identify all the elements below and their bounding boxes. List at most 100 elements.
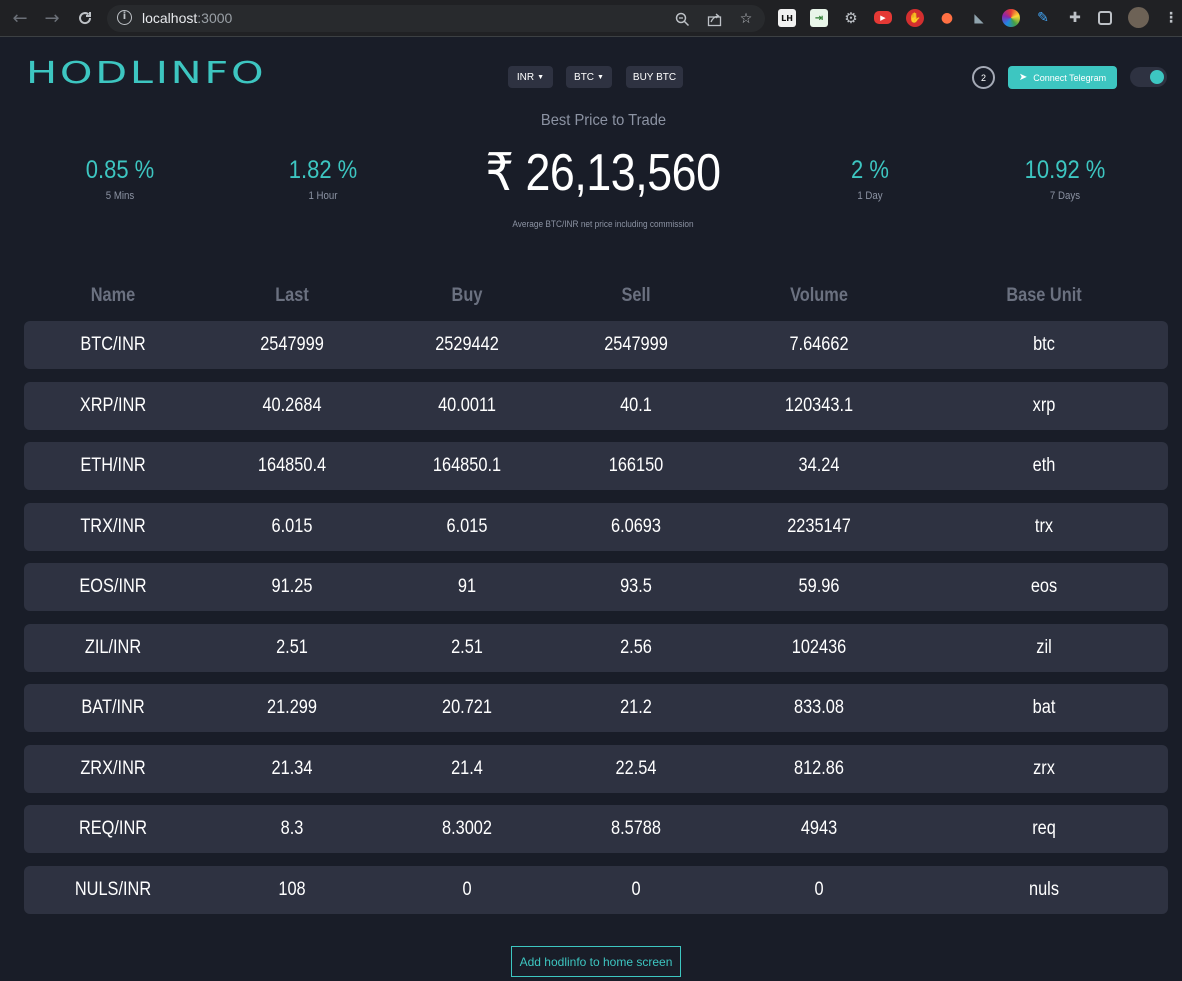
pen-extension-icon[interactable]: ✎ — [1034, 9, 1052, 27]
cell-buy-price: 91 — [457, 576, 477, 597]
cell-base-unit: eth — [1032, 455, 1056, 476]
table-row: ETH/INR 164850.4 164850.1 166150 34.24 eth — [24, 442, 1168, 490]
cell-sell-price: 22.54 — [615, 757, 657, 779]
column-header: Name — [90, 285, 136, 306]
add-to-home-screen-button[interactable]: Add hodlinfo to home screen — [511, 946, 681, 977]
cell-buy-price: 2529442 — [435, 334, 499, 355]
browser-toolbar: ← → i localhost:3000 ☆ LH ⇥ ⚙ ▶ ✋ ● ◣ ✎ … — [0, 0, 1182, 37]
cell-pair-name: ETH/INR — [80, 455, 146, 476]
coin-dropdown[interactable]: BTC ▼ — [566, 66, 612, 88]
telegram-icon: ➤ — [1018, 72, 1028, 83]
cell-sell-price: 40.1 — [620, 394, 652, 416]
toggle-knob — [1150, 70, 1164, 84]
stat-value: 2 % — [851, 156, 889, 184]
color-picker-extension-icon[interactable] — [1002, 9, 1020, 27]
coin-dropdown-label: BTC — [574, 71, 595, 83]
cell-last-price: 2.51 — [276, 636, 308, 658]
puzzle-extensions-icon[interactable]: ✚ — [1066, 9, 1084, 27]
back-arrow-icon[interactable]: ← — [9, 7, 31, 29]
cell-pair-name: NULS/INR — [74, 878, 152, 900]
stop-hand-extension-icon[interactable]: ✋ — [906, 9, 924, 27]
share-icon[interactable] — [704, 9, 724, 29]
lighthouse-extension-icon[interactable]: LH — [778, 9, 796, 27]
reload-icon[interactable] — [74, 7, 96, 29]
cell-pair-name: EOS/INR — [79, 576, 147, 597]
currency-dropdown[interactable]: INR ▼ — [508, 66, 553, 88]
stat-1-hour: 1.82 % 1 Hour — [223, 156, 423, 202]
stat-label: 1 Hour — [308, 190, 338, 202]
cell-base-unit: trx — [1034, 515, 1054, 537]
table-row: TRX/INR 6.015 6.015 6.0693 2235147 trx — [24, 502, 1168, 551]
site-info-icon[interactable]: i — [117, 10, 132, 25]
cell-pair-name: ZRX/INR — [80, 757, 146, 779]
cell-last-price: 91.25 — [271, 576, 313, 597]
dot-extension-icon[interactable]: ● — [938, 9, 956, 27]
cell-base-unit: eos — [1030, 576, 1058, 597]
kebab-menu-icon[interactable]: ⋮ — [1162, 9, 1180, 27]
currency-dropdown-label: INR — [516, 71, 535, 83]
caret-down-icon: ▼ — [537, 73, 545, 81]
cell-last-price: 2547999 — [260, 334, 324, 355]
cell-volume: 34.24 — [798, 455, 840, 476]
cell-last-price: 21.299 — [267, 697, 317, 718]
table-row: ZRX/INR 21.34 21.4 22.54 812.86 zrx — [24, 744, 1168, 793]
address-bar[interactable]: i localhost:3000 ☆ — [107, 5, 765, 32]
cell-buy-price: 0 — [462, 878, 472, 900]
cell-volume: 833.08 — [794, 697, 844, 718]
cell-last-price: 40.2684 — [262, 394, 322, 416]
cell-buy-price: 2.51 — [451, 636, 483, 658]
column-header: Sell — [621, 285, 651, 306]
cell-last-price: 164850.4 — [257, 455, 327, 476]
connect-telegram-button[interactable]: ➤ Connect Telegram — [1008, 66, 1117, 89]
cell-last-price: 21.34 — [271, 757, 313, 779]
side-panel-icon[interactable] — [1098, 11, 1112, 25]
cell-buy-price: 6.015 — [446, 515, 488, 537]
hat-extension-icon[interactable]: ◣ — [970, 9, 988, 27]
cell-buy-price: 21.4 — [451, 757, 483, 779]
cell-sell-price: 8.5788 — [611, 818, 661, 839]
cell-base-unit: xrp — [1032, 394, 1056, 416]
forward-arrow-icon[interactable]: → — [41, 7, 63, 29]
cell-volume: 102436 — [791, 636, 847, 658]
refresh-timer: 2 — [972, 66, 995, 89]
cell-buy-price: 164850.1 — [432, 455, 502, 476]
cell-sell-price: 93.5 — [620, 576, 652, 597]
tab-extension-icon[interactable]: ⇥ — [810, 9, 828, 27]
cell-pair-name: XRP/INR — [79, 394, 147, 416]
cell-volume: 59.96 — [798, 576, 840, 597]
video-extension-icon[interactable]: ▶ — [874, 11, 892, 24]
table-row: XRP/INR 40.2684 40.0011 40.1 120343.1 xrp — [24, 381, 1168, 430]
cell-buy-price: 20.721 — [442, 697, 492, 718]
table-row: EOS/INR 91.25 91 93.5 59.96 eos — [24, 563, 1168, 611]
cell-pair-name: REQ/INR — [78, 818, 148, 839]
cell-pair-name: ZIL/INR — [84, 636, 142, 658]
buy-btc-button[interactable]: BUY BTC — [626, 66, 683, 88]
column-header: Base Unit — [1006, 285, 1082, 306]
column-header: Last — [275, 285, 309, 306]
cell-last-price: 8.3 — [280, 818, 304, 839]
stat-label: 1 Day — [857, 190, 883, 202]
theme-toggle[interactable] — [1130, 67, 1167, 87]
stat-7-days: 10.92 % 7 Days — [965, 156, 1165, 202]
star-icon[interactable]: ☆ — [736, 9, 756, 29]
cell-base-unit: req — [1032, 818, 1056, 839]
table-row: BTC/INR 2547999 2529442 2547999 7.64662 btc — [24, 321, 1168, 369]
zoom-icon[interactable] — [672, 9, 692, 29]
cell-sell-price: 2547999 — [604, 334, 668, 355]
stat-5-mins: 0.85 % 5 Mins — [20, 156, 220, 202]
stat-label: 5 Mins — [105, 190, 135, 202]
table-row: REQ/INR 8.3 8.3002 8.5788 4943 req — [24, 805, 1168, 853]
cell-last-price: 108 — [278, 878, 306, 900]
stat-label: 7 Days — [1049, 190, 1081, 202]
profile-avatar[interactable] — [1128, 7, 1149, 28]
best-price-note: Average BTC/INR net price including comm… — [512, 219, 694, 229]
url-text[interactable]: localhost:3000 — [142, 10, 232, 26]
cell-buy-price: 8.3002 — [442, 818, 492, 839]
cell-sell-price: 6.0693 — [611, 515, 661, 537]
gear-extension-icon[interactable]: ⚙ — [842, 9, 860, 27]
cell-sell-price: 21.2 — [620, 697, 652, 718]
cell-base-unit: nuls — [1029, 878, 1059, 900]
hodlinfo-logo[interactable]: HODLINFO — [26, 56, 266, 91]
table-row: ZIL/INR 2.51 2.51 2.56 102436 zil — [24, 623, 1168, 672]
stat-value: 10.92 % — [1024, 156, 1106, 184]
